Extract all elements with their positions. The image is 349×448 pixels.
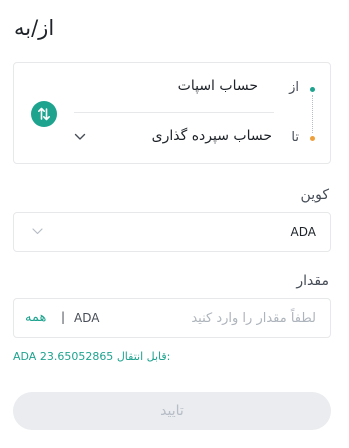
amount-separator: |	[61, 310, 66, 324]
available-value: 23.65052865	[39, 350, 114, 363]
coin-selected-value: ADA	[290, 225, 316, 239]
amount-coin-unit: ADA	[74, 311, 100, 325]
available-label: قابل انتقال:	[116, 350, 171, 363]
from-label: از	[289, 80, 299, 95]
account-divider	[74, 112, 274, 113]
connector-line	[312, 95, 313, 133]
from-dot-icon	[310, 87, 315, 92]
chevron-down-icon	[32, 228, 43, 235]
from-account-select[interactable]: حساب اسپات	[178, 78, 258, 94]
transfer-account-box: حساب اسپات حساب سپرده گذاری از تا	[13, 62, 331, 164]
coin-label: کوین	[300, 187, 329, 203]
coin-select[interactable]: ADA	[13, 212, 331, 252]
amount-placeholder: لطفاً مقدار را وارد کنید	[191, 311, 316, 326]
to-label: تا	[291, 130, 299, 145]
available-balance: ADA 23.65052865 قابل انتقال:	[13, 350, 170, 363]
confirm-button[interactable]: تایید	[13, 392, 331, 430]
available-coin: ADA	[13, 350, 37, 363]
max-all-button[interactable]: همه	[25, 310, 46, 325]
to-dot-icon	[310, 136, 315, 141]
swap-vertical-icon	[38, 107, 50, 121]
chevron-down-icon[interactable]	[74, 133, 86, 141]
amount-input[interactable]: لطفاً مقدار را وارد کنید ADA | همه	[13, 298, 331, 338]
to-account-select[interactable]: حساب سپرده گذاری	[152, 128, 272, 144]
swap-accounts-button[interactable]	[31, 101, 57, 127]
page-title: از/به	[14, 16, 55, 40]
amount-label: مقدار	[296, 273, 329, 289]
